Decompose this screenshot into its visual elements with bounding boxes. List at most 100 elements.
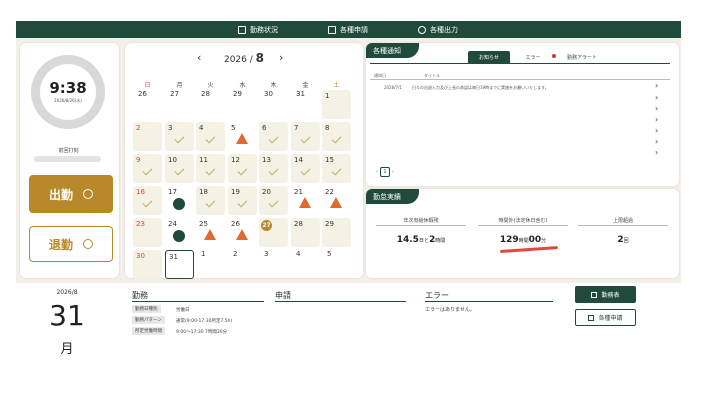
calendar-day-cell[interactable]: 15 <box>322 154 351 183</box>
calendar-day-cell[interactable]: 6 <box>259 122 288 151</box>
calendar-day-cell[interactable]: 30 <box>259 90 288 119</box>
calendar-day-number: 22 <box>325 188 334 196</box>
calendar-day-cell[interactable]: 11 <box>196 154 225 183</box>
chevron-right-icon[interactable]: › <box>655 93 658 102</box>
clock-in-button[interactable]: 出勤 <box>29 175 113 213</box>
logout-icon <box>83 239 93 249</box>
calendar-day-cell[interactable]: 4 <box>196 122 225 151</box>
work-hours-label: 所定労働時間 <box>132 327 165 335</box>
warning-icon <box>299 197 311 208</box>
calendar-day-cell[interactable]: 26 <box>228 218 257 247</box>
calendar-day-cell[interactable]: 17 <box>165 186 194 215</box>
calendar-day-cell[interactable]: 29 <box>322 218 351 247</box>
last-punch-bar <box>34 156 101 162</box>
check-icon <box>268 165 279 176</box>
cloud-download-icon <box>418 25 426 34</box>
calendar-day-cell[interactable]: 25 <box>196 218 225 247</box>
check-icon <box>331 133 342 144</box>
calendar-day-cell[interactable]: 24 <box>165 218 194 247</box>
chevron-right-icon[interactable]: › <box>655 137 658 146</box>
chevron-right-icon[interactable]: › <box>655 104 658 113</box>
clock-out-button[interactable]: 退勤 <box>29 226 113 262</box>
next-month-arrow[interactable]: › <box>279 51 283 64</box>
calendar-day-number: 11 <box>199 156 208 164</box>
chevron-right-icon[interactable]: › <box>655 148 658 157</box>
calendar-day-number: 16 <box>136 188 145 196</box>
stat-unit: 時間 <box>435 238 446 244</box>
tab-errors[interactable]: エラー <box>520 51 546 63</box>
stat-unit: 分 <box>541 238 547 244</box>
calendar-day-number: 12 <box>231 156 240 164</box>
calendar-day-cell[interactable]: 2727 <box>259 218 288 247</box>
calendar-day-cell[interactable]: 3 <box>165 122 194 151</box>
clock-time: 9:38 <box>49 78 87 97</box>
nav-attendance-status[interactable]: 勤務状況 <box>238 21 278 38</box>
calendar-day-cell[interactable]: 28 <box>196 90 225 119</box>
tab-work-alerts[interactable]: 勤務アラート <box>561 51 603 63</box>
calendar-day-number: 26 <box>138 90 147 98</box>
calendar-day-cell[interactable]: 5 <box>322 250 351 279</box>
calendar-day-cell[interactable]: 14 <box>291 154 320 183</box>
calendar-day-cell[interactable]: 12 <box>228 154 257 183</box>
chevron-right-icon[interactable]: › <box>655 126 658 135</box>
chevron-right-icon[interactable]: › <box>655 81 658 90</box>
calendar-day-cell[interactable]: 28 <box>291 218 320 247</box>
calendar-day-cell[interactable]: 13 <box>259 154 288 183</box>
weekday-header: 金 <box>302 82 309 89</box>
calendar-day-cell[interactable]: 4 <box>291 250 320 279</box>
stat-label: 上限超過 <box>612 218 633 224</box>
calendar-day-cell[interactable]: 21 <box>291 186 320 215</box>
check-icon <box>268 133 279 144</box>
calendar-day-cell[interactable]: 1 <box>322 90 351 119</box>
calendar-day-cell[interactable]: 8 <box>322 122 351 151</box>
calendar-day-cell[interactable]: 5 <box>228 122 257 151</box>
calendar-day-cell[interactable]: 7 <box>291 122 320 151</box>
calendar-day-cell[interactable]: 16 <box>133 186 162 215</box>
table-icon <box>591 291 598 298</box>
calendar-day-number: 29 <box>233 90 242 98</box>
pager-current[interactable]: 1 <box>380 167 390 177</box>
nav-applications[interactable]: 各種申請 <box>328 21 368 38</box>
calendar-day-cell[interactable]: 9 <box>133 154 162 183</box>
pager-prev[interactable]: ‹ <box>376 169 378 175</box>
stat-divider <box>376 225 466 226</box>
stat-num: 14.5 <box>396 235 419 245</box>
weekday-header: 月 <box>176 82 183 89</box>
calendar-day-cell[interactable]: 1 <box>196 250 225 279</box>
calendar-day-cell[interactable]: 18 <box>196 186 225 215</box>
calendar-day-cell[interactable]: 2 <box>228 250 257 279</box>
notices-header: 各種通知 <box>366 43 419 58</box>
calendar-day-number: 15 <box>325 156 334 164</box>
calendar-day-cell[interactable]: 2 <box>133 122 162 151</box>
apply-section-title: 申請 <box>275 291 291 300</box>
nav-export[interactable]: 各種出力 <box>418 21 458 38</box>
applications-label: 各種申請 <box>598 315 623 322</box>
calendar-day-cell[interactable]: 20 <box>259 186 288 215</box>
calendar-day-cell[interactable]: 29 <box>228 90 257 119</box>
tab-notices[interactable]: お知らせ <box>468 51 510 63</box>
calendar-day-cell[interactable]: 31 <box>165 250 194 279</box>
calendar-day-cell[interactable]: 3 <box>259 250 288 279</box>
calendar-day-number: 5 <box>231 124 236 132</box>
pager-next[interactable]: › <box>392 169 394 175</box>
warning-icon <box>204 229 216 240</box>
calendar-day-cell[interactable]: 19 <box>228 186 257 215</box>
calendar-day-cell[interactable]: 22 <box>322 186 351 215</box>
check-icon <box>205 197 216 208</box>
timesheet-button[interactable]: 勤務表 <box>575 286 636 303</box>
calendar-day-cell[interactable]: 26 <box>133 90 162 119</box>
applications-button[interactable]: 各種申請 <box>575 309 636 326</box>
calendar-day-number: 6 <box>262 124 267 132</box>
chevron-right-icon[interactable]: › <box>655 115 658 124</box>
calendar-day-cell[interactable]: 27 <box>165 90 194 119</box>
calendar-day-cell[interactable]: 31 <box>291 90 320 119</box>
notice-title[interactable]: 日々の出退入力及び上長の承認は毎日19時までに実施をお願いいたします。 <box>412 85 549 91</box>
check-icon <box>142 165 153 176</box>
calendar-day-cell[interactable]: 30 <box>133 250 162 279</box>
calendar-day-number: 4 <box>296 250 301 258</box>
calendar-day-cell[interactable]: 23 <box>133 218 162 247</box>
calendar-day-number: 19 <box>231 188 240 196</box>
calendar-day-cell[interactable]: 10 <box>165 154 194 183</box>
calendar-day-number: 5 <box>327 250 332 258</box>
calendar-icon <box>238 25 246 34</box>
